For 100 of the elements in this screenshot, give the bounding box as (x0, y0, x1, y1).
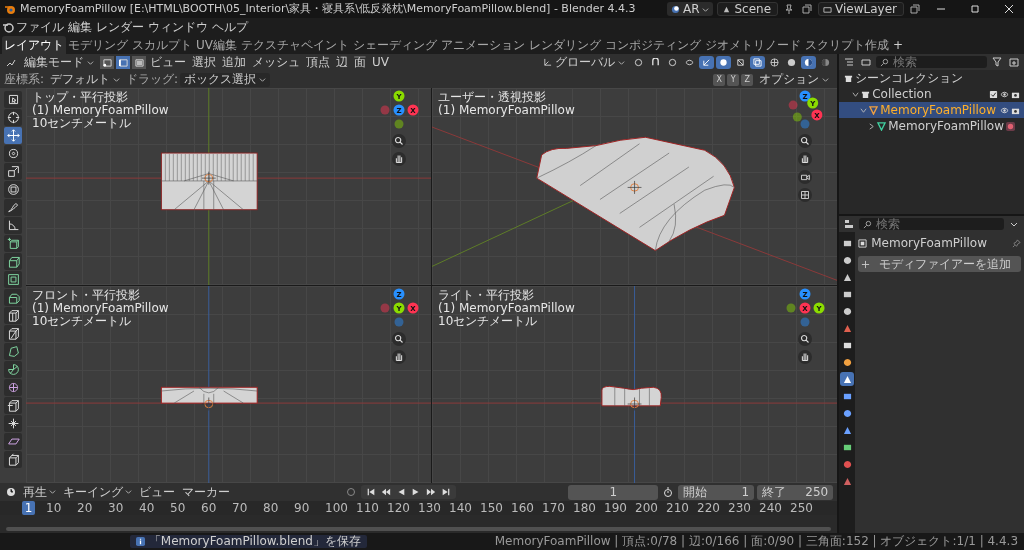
checkbox[interactable] (989, 89, 998, 99)
options-dropdown[interactable]: オプション (755, 72, 834, 87)
tool-button[interactable] (4, 415, 22, 432)
tool-button[interactable] (4, 253, 22, 270)
menu-item[interactable]: 面 (352, 54, 368, 71)
tool-button[interactable] (4, 451, 22, 468)
outliner-row[interactable]: MemoryFoamPillow (839, 102, 1024, 118)
eye-icon[interactable] (1000, 89, 1009, 99)
workspace-tab[interactable]: ジオメトリノード (703, 35, 803, 55)
hand-icon[interactable] (798, 152, 813, 166)
menu-item[interactable]: メッシュ (250, 54, 302, 71)
render-engine-dropdown[interactable]: AR (666, 2, 714, 16)
mirror-axis-button[interactable]: X (713, 73, 726, 86)
tool-button[interactable] (4, 163, 22, 180)
tool-button[interactable] (4, 199, 22, 216)
menu-item[interactable]: 辺 (334, 54, 350, 71)
tool-button[interactable] (4, 343, 22, 360)
menu-item[interactable]: ウィンドウ (146, 18, 210, 36)
clock-icon[interactable] (4, 485, 18, 499)
menu-dropdown[interactable]: キーイング (61, 483, 134, 501)
menu-item[interactable]: 頂点 (304, 54, 332, 71)
menu-item[interactable]: 選択 (190, 54, 218, 71)
header-toggle[interactable] (750, 56, 766, 69)
mirror-axis-button[interactable]: Y (727, 73, 740, 86)
scrollbar[interactable] (6, 527, 832, 531)
orientation-dropdown[interactable]: デフォルト (46, 72, 125, 87)
tool-button[interactable] (4, 235, 22, 252)
tool-button[interactable] (4, 289, 22, 306)
mode-dropdown[interactable]: 編集モード (20, 55, 98, 70)
menu-item[interactable]: 編集 (66, 18, 94, 36)
workspace-tab[interactable]: スカルプト (130, 35, 194, 55)
tool-button[interactable] (4, 109, 22, 126)
menu-item[interactable]: レンダー (94, 18, 146, 36)
workspace-tab[interactable]: テクスチャペイント (239, 35, 351, 55)
start-frame-field[interactable]: 開始 1 (678, 484, 755, 500)
tool-button[interactable] (4, 379, 22, 396)
frame-number: 170 (542, 500, 566, 516)
workspace-tab[interactable]: アニメーション (439, 35, 527, 55)
tool-button[interactable] (4, 397, 22, 414)
properties-tab[interactable] (840, 372, 855, 386)
orientation-dropdown[interactable]: グローバル (539, 55, 630, 70)
hand-icon[interactable] (798, 350, 813, 364)
copy-icon[interactable] (800, 2, 815, 16)
menu-item[interactable]: マーカー (180, 483, 232, 501)
tool-button[interactable] (4, 325, 22, 342)
grid-icon[interactable] (798, 188, 813, 202)
menu-dropdown[interactable]: 再生 (21, 483, 58, 501)
hand-icon[interactable] (392, 350, 407, 364)
workspace-tab[interactable]: UV編集 (194, 35, 239, 55)
select-mode-button[interactable] (100, 56, 114, 69)
menu-item[interactable]: ヘルプ (210, 18, 250, 36)
scene-field[interactable]: Scene (717, 2, 779, 16)
header-toggle[interactable] (699, 56, 715, 69)
blender-logo-icon[interactable] (2, 21, 14, 33)
shading-button[interactable] (801, 56, 817, 69)
hand-icon[interactable] (392, 152, 407, 166)
outliner-row[interactable]: Collection (839, 86, 1024, 102)
copy-icon[interactable] (908, 2, 922, 16)
tool-button[interactable] (4, 217, 22, 234)
workspace-tab[interactable]: シェーディング (351, 35, 439, 55)
workspace-tab[interactable]: コンポジティング (603, 35, 703, 55)
add-workspace-button[interactable]: + (891, 36, 906, 54)
tool-button[interactable] (4, 271, 22, 288)
pin-icon[interactable] (1012, 238, 1021, 248)
tool-button[interactable] (4, 433, 22, 450)
header-toggle[interactable] (716, 56, 732, 69)
zoom-icon[interactable] (798, 332, 813, 346)
drag-dropdown[interactable]: ボックス選択 (180, 72, 271, 87)
search-field[interactable]: 検索 (859, 218, 1004, 230)
search-field[interactable]: 検索 (876, 56, 987, 68)
current-frame-field[interactable]: 1 (568, 484, 659, 500)
tool-button[interactable] (4, 127, 22, 144)
eye-icon[interactable] (1000, 105, 1009, 115)
tool-button[interactable] (4, 307, 22, 324)
workspace-tab[interactable]: スクリプト作成 (803, 35, 891, 55)
zoom-icon[interactable] (798, 134, 813, 148)
select-mode-button[interactable] (132, 56, 146, 69)
view-layer-field[interactable]: ViewLayer (818, 2, 904, 16)
menu-item[interactable]: 追加 (220, 54, 248, 71)
menu-item[interactable]: UV (370, 54, 391, 71)
zoom-icon[interactable] (392, 332, 407, 346)
workspace-tab[interactable]: モデリング (66, 35, 130, 55)
tool-button[interactable] (4, 181, 22, 198)
tool-button[interactable] (4, 91, 22, 108)
end-frame-field[interactable]: 終了 250 (757, 484, 834, 500)
select-mode-button[interactable] (116, 56, 130, 69)
menu-item[interactable]: ファイル (14, 18, 66, 36)
tool-button[interactable] (4, 361, 22, 378)
new-collection-icon[interactable] (1007, 55, 1021, 69)
tool-button[interactable] (4, 145, 22, 162)
camera-icon[interactable] (798, 170, 813, 184)
filter-icon[interactable] (990, 55, 1004, 69)
mirror-axis-button[interactable]: Z (741, 73, 754, 86)
menu-item[interactable]: ビュー (137, 483, 177, 501)
menu-item[interactable]: ビュー (148, 54, 188, 71)
add-modifier-button[interactable]: モディファイアーを追加 (858, 256, 1021, 273)
outliner-row[interactable]: MemoryFoamPillow (839, 118, 1024, 134)
zoom-icon[interactable] (392, 134, 407, 148)
outliner-row[interactable]: シーンコレクション (839, 70, 1024, 86)
workspace-tab[interactable]: レンダリング (527, 35, 603, 55)
